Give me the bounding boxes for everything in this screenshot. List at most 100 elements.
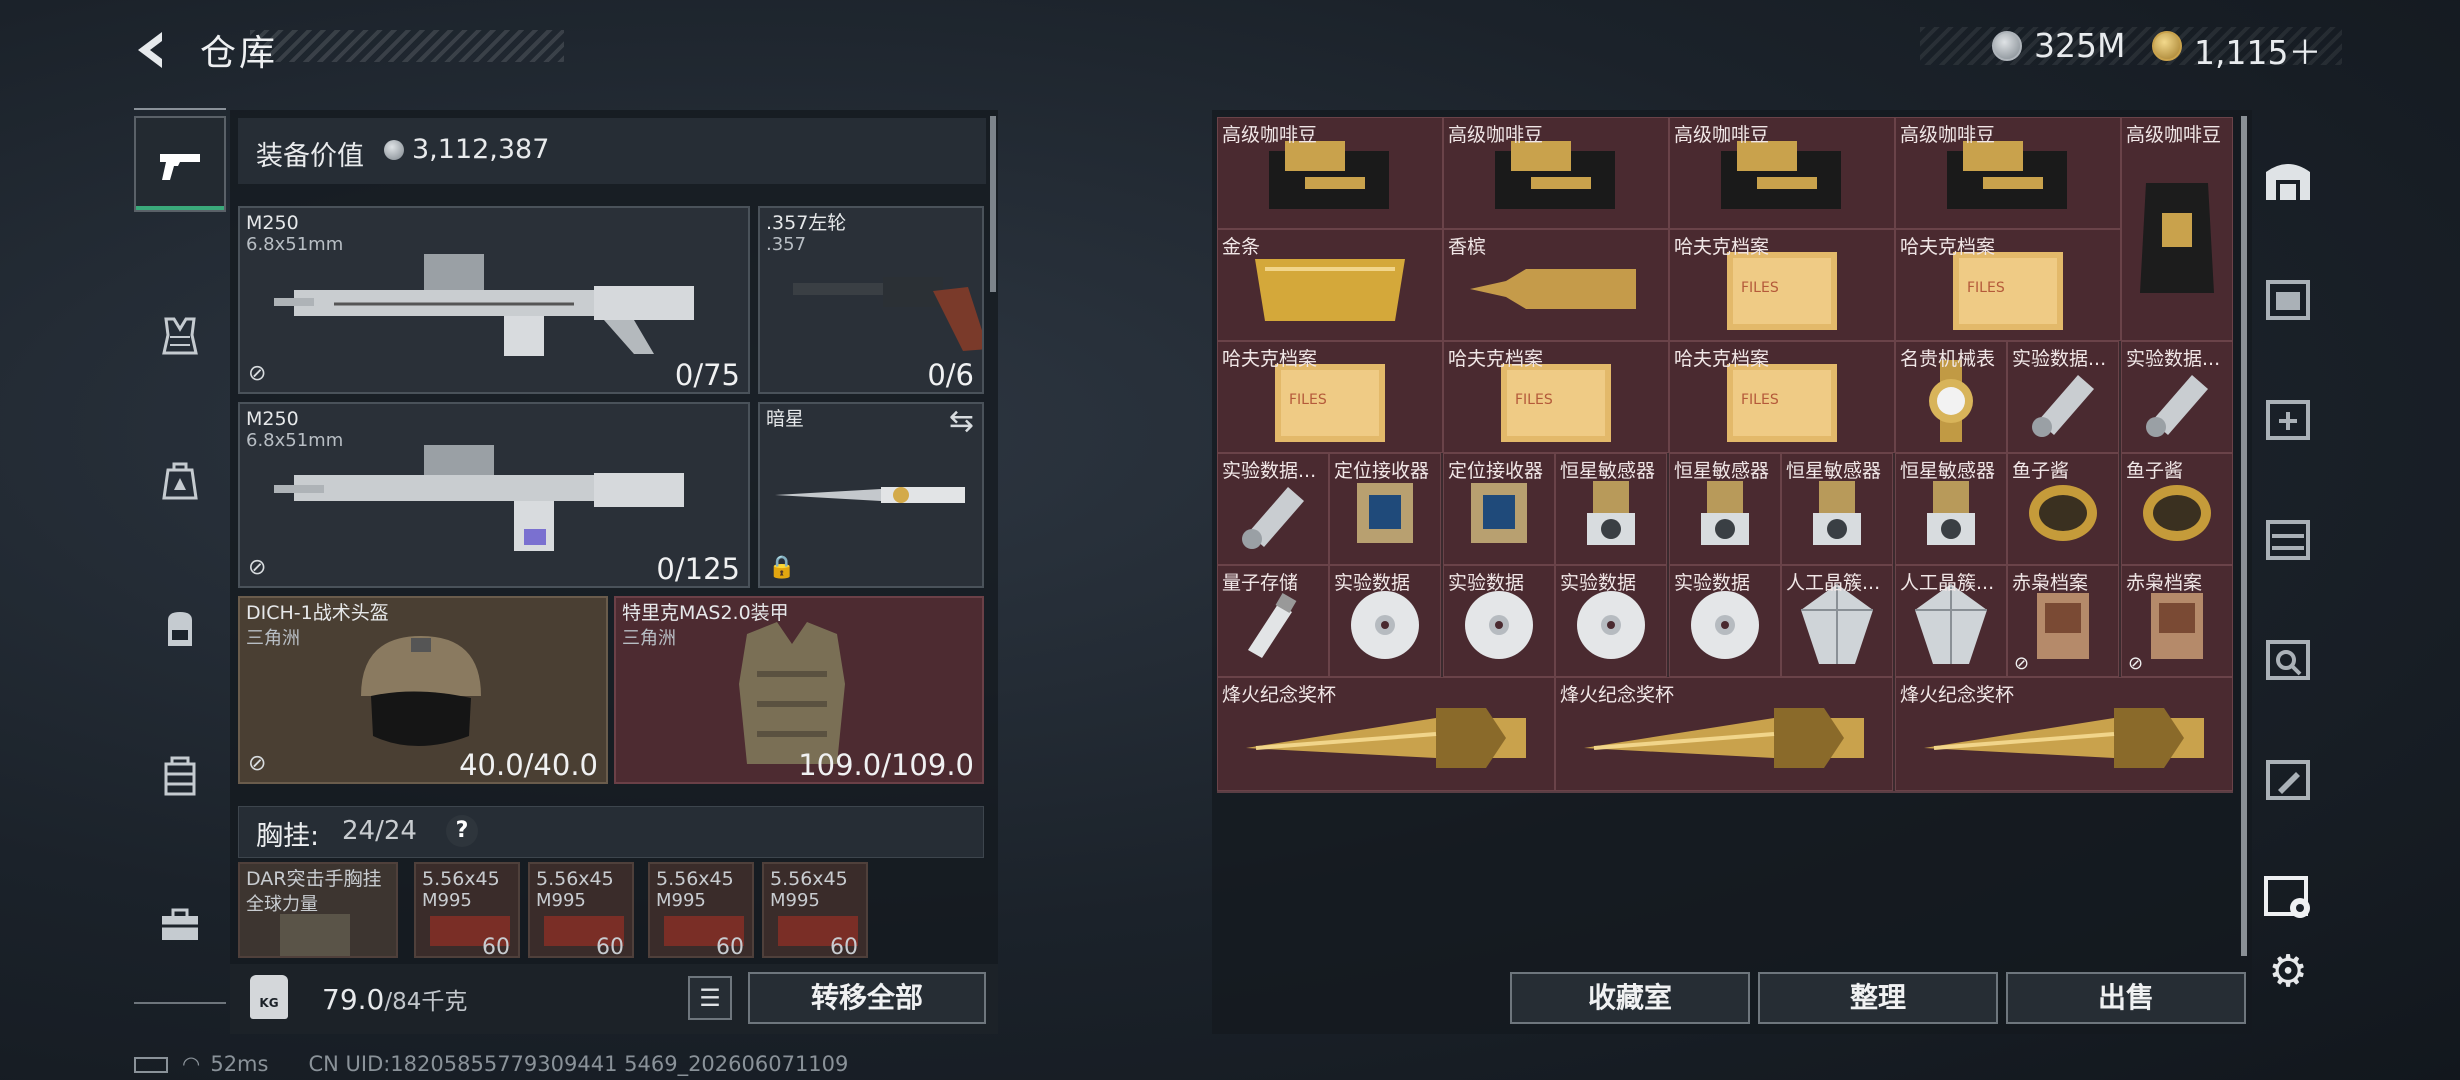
storage-item[interactable]: 实验数据... xyxy=(1217,453,1329,565)
organize-button[interactable]: 整理 xyxy=(1758,972,1998,1024)
storage-item[interactable]: 实验数据 xyxy=(1669,565,1781,677)
storage-item[interactable]: 量子存储 xyxy=(1217,565,1329,677)
storage-item[interactable]: 哈夫克档案 FILES xyxy=(1669,229,1895,341)
helmet-slot[interactable]: DICH-1战术头盔 三角洲 ⊘ 40.0/40.0 xyxy=(238,596,608,784)
helmet-maker: 三角洲 xyxy=(246,628,300,649)
storage-item[interactable]: 高级咖啡豆 xyxy=(1443,117,1669,229)
transfer-all-button[interactable]: 转移全部 xyxy=(748,972,986,1024)
ammo-slot[interactable]: 5.56x45 M995 60 xyxy=(528,862,634,958)
storage-item[interactable]: 高级咖啡豆 xyxy=(1669,117,1895,229)
weapon-ammo-count: 0/6 xyxy=(927,358,974,392)
storage-item[interactable]: 人工晶簇... xyxy=(1895,565,2007,677)
help-icon[interactable]: ? xyxy=(446,815,478,847)
collection-button[interactable]: 收藏室 xyxy=(1510,972,1750,1024)
weapon-ammo-count: 0/125 xyxy=(656,552,740,586)
equipment-scrollbar[interactable] xyxy=(990,116,996,292)
storage-item[interactable]: 赤枭档案 ⊘ xyxy=(2007,565,2119,677)
unbound-icon: ⊘ xyxy=(2128,653,2144,674)
storage-item[interactable]: 实验数据... xyxy=(2007,341,2119,453)
tab-medical[interactable] xyxy=(134,432,226,528)
chest-rig-item[interactable]: DAR突击手胸挂 全球力量 xyxy=(238,862,398,958)
armor-slot[interactable]: 特里克MAS2.0装甲 三角洲 109.0/109.0 xyxy=(614,596,984,784)
storage-item[interactable]: 哈夫克档案 FILES xyxy=(1443,341,1669,453)
disc-image xyxy=(1459,585,1539,669)
swap-icon[interactable]: ⇆ xyxy=(949,404,974,439)
back-arrow-icon[interactable] xyxy=(132,28,176,72)
storage-item[interactable]: 恒星敏感器 xyxy=(1555,453,1667,565)
storage-item[interactable]: 人工晶簇... xyxy=(1781,565,1893,677)
storage-item[interactable]: 哈夫克档案 FILES xyxy=(1217,341,1443,453)
primary-weapon-slot-2[interactable]: M250 6.8x51mm ⊘ 0/125 xyxy=(238,402,750,588)
equipment-value: 3,112,387 xyxy=(412,134,550,165)
storage-scrollbar[interactable] xyxy=(2241,116,2247,956)
list-view-button[interactable]: ☰ xyxy=(688,976,732,1020)
helmet-name: DICH-1战术头盔 xyxy=(246,602,389,624)
storage-item[interactable]: 鱼子酱 xyxy=(2121,453,2233,565)
settings-gear-icon[interactable]: ⚙ xyxy=(2262,946,2314,998)
storage-item[interactable]: 实验数据 xyxy=(1329,565,1441,677)
storage-main-tab[interactable] xyxy=(2252,144,2324,216)
unbound-icon: ⊘ xyxy=(248,751,267,776)
coffee-image xyxy=(1255,137,1405,221)
storage-tab-4[interactable] xyxy=(2252,504,2324,576)
storage-item-label: 赤枭档案 xyxy=(2126,572,2203,594)
storage-item-label: 恒星敏感器 xyxy=(1674,460,1770,482)
ammo-slot[interactable]: 5.56x45 M995 60 xyxy=(648,862,754,958)
tab-rig[interactable] xyxy=(134,728,226,824)
storage-tab-3[interactable] xyxy=(2252,384,2324,456)
storage-item[interactable]: 实验数据 xyxy=(1555,565,1667,677)
tab-armor[interactable] xyxy=(134,288,226,384)
storage-tab-2[interactable] xyxy=(2252,264,2324,336)
storage-add-icon xyxy=(2266,400,2310,440)
storage-item[interactable]: 金条 xyxy=(1217,229,1443,341)
ammo-count: 60 xyxy=(482,935,510,958)
storage-item[interactable]: 哈夫克档案 FILES xyxy=(1895,229,2121,341)
tab-backpack[interactable] xyxy=(134,580,226,676)
list-icon: ☰ xyxy=(699,984,721,1012)
storage-item[interactable]: 恒星敏感器 xyxy=(1781,453,1893,565)
storage-item[interactable]: 恒星敏感器 xyxy=(1895,453,2007,565)
storage-item[interactable]: 实验数据 xyxy=(1443,565,1555,677)
storage-item-label: 定位接收器 xyxy=(1448,460,1544,482)
storage-item[interactable]: 高级咖啡豆 xyxy=(1217,117,1443,229)
storage-tab-7[interactable] xyxy=(2252,860,2324,932)
storage-edit-icon xyxy=(2266,760,2310,800)
storage-item-label: 哈夫克档案 xyxy=(1900,236,1996,258)
storage-item[interactable]: 烽火纪念奖杯 xyxy=(1555,677,1893,791)
ammo-count: 60 xyxy=(596,935,624,958)
storage-item-label: 金条 xyxy=(1222,236,1261,258)
melee-slot[interactable]: 暗星 ⇆ 🔒 xyxy=(758,402,984,588)
equipment-value-bar: 装备价值 3,112,387 xyxy=(238,118,986,184)
storage-item[interactable]: 烽火纪念奖杯 xyxy=(1217,677,1555,791)
storage-item[interactable]: 赤枭档案 ⊘ xyxy=(2121,565,2233,677)
tab-case[interactable] xyxy=(134,876,226,972)
storage-item[interactable]: 香槟 xyxy=(1443,229,1669,341)
silver-coin-icon xyxy=(1992,31,2022,61)
ammo-type: M995 xyxy=(770,890,820,911)
storage-item[interactable]: 鱼子酱 xyxy=(2007,453,2119,565)
ammo-type: M995 xyxy=(422,890,472,911)
storage-item-label: 高级咖啡豆 xyxy=(1448,124,1544,146)
storage-tab-5[interactable] xyxy=(2252,624,2324,696)
ammo-count: 60 xyxy=(716,935,744,958)
storage-item[interactable]: 定位接收器 xyxy=(1329,453,1441,565)
storage-item[interactable]: 实验数据... xyxy=(2121,341,2233,453)
ammo-slot[interactable]: 5.56x45 M995 60 xyxy=(762,862,868,958)
storage-item[interactable]: 定位接收器 xyxy=(1443,453,1555,565)
primary-weapon-slot-1[interactable]: M250 6.8x51mm ⊘ 0/75 xyxy=(238,206,750,394)
sidearm-slot[interactable]: .357左轮 .357 0/6 xyxy=(758,206,984,394)
ammo-slot[interactable]: 5.56x45 M995 60 xyxy=(414,862,520,958)
sell-button[interactable]: 出售 xyxy=(2006,972,2246,1024)
storage-item[interactable]: 名贵机械表 xyxy=(1895,341,2007,453)
tab-weapons[interactable] xyxy=(134,116,226,212)
storage-tab-6[interactable] xyxy=(2252,744,2324,816)
storage-item[interactable]: 哈夫克档案 FILES xyxy=(1669,341,1895,453)
ammo-count: 60 xyxy=(830,935,858,958)
storage-item[interactable]: 高级咖啡豆 xyxy=(2121,117,2233,341)
ammo-type: M995 xyxy=(656,890,706,911)
storage-item[interactable]: 高级咖啡豆 xyxy=(1895,117,2121,229)
storage-item[interactable]: 烽火纪念奖杯 xyxy=(1895,677,2233,791)
storage-item[interactable]: 恒星敏感器 xyxy=(1669,453,1781,565)
caviar-image xyxy=(2023,478,2103,552)
ammo-caliber: 5.56x45 xyxy=(536,868,614,890)
